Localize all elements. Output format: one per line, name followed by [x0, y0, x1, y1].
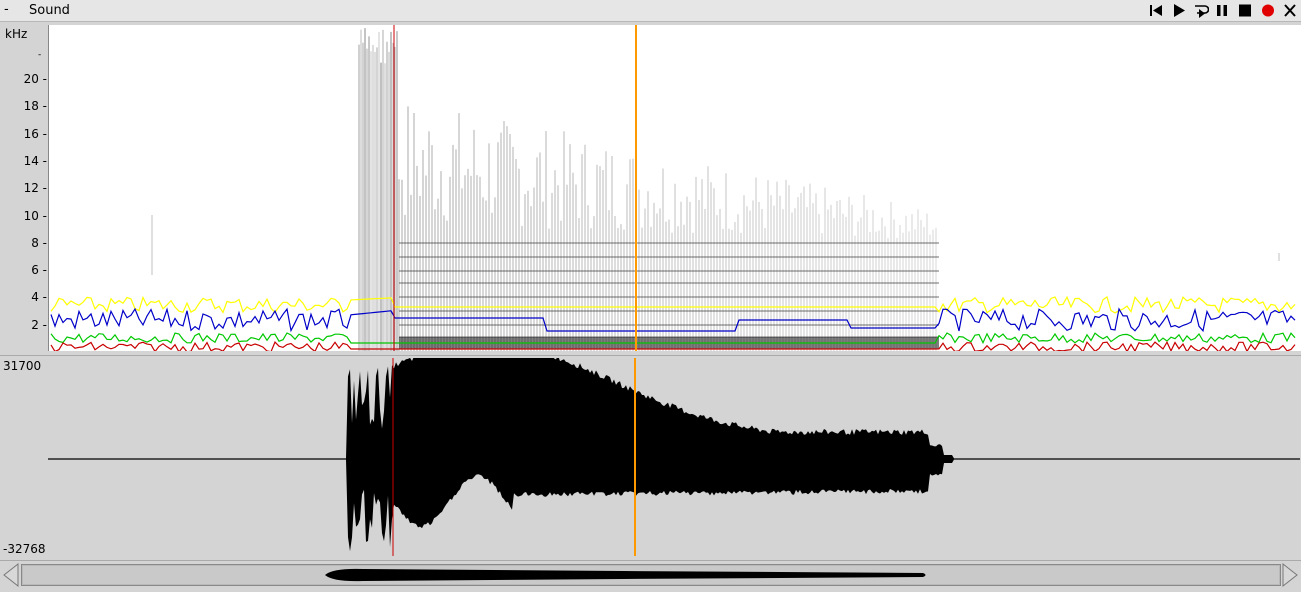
frequency-tick-label: 14 - — [23, 153, 47, 168]
scroll-right-icon[interactable] — [1280, 562, 1300, 588]
window-menu-button[interactable]: - — [4, 2, 9, 17]
waveform-panel: 31700 -32768 — [0, 355, 1301, 558]
waveform-plot[interactable] — [48, 358, 1300, 556]
frequency-tick-label: 4 - — [31, 290, 47, 305]
amplitude-max-label: 31700 — [3, 359, 42, 373]
skip-start-icon[interactable] — [1147, 2, 1165, 19]
frequency-tick-label: 10 - — [23, 208, 47, 223]
frequency-tick-label: 12 - — [23, 181, 47, 196]
loop-play-icon[interactable] — [1191, 2, 1209, 19]
tick-mark: - — [38, 50, 42, 60]
record-icon[interactable] — [1259, 2, 1277, 19]
scroll-left-icon[interactable] — [1, 562, 21, 588]
frequency-tick-label: 2 - — [31, 317, 47, 332]
spectrogram-plot[interactable] — [48, 25, 1301, 351]
close-icon[interactable] — [1281, 2, 1299, 19]
frequency-tick-label: 6 - — [31, 263, 47, 278]
frequency-tick-label: 20 - — [23, 72, 47, 86]
scroll-track[interactable] — [21, 564, 1281, 586]
title-bar: - Sound — [0, 0, 1301, 22]
scroll-thumb-overview[interactable] — [23, 566, 1279, 584]
pause-icon[interactable] — [1213, 2, 1231, 19]
frequency-tick-label: 16 - — [23, 126, 47, 141]
frequency-tick-label: 18 - — [23, 99, 47, 114]
spectrogram-panel: kHz - 20 - 18 - 16 - 14 - 12 - 10 - 8 - 6 - 4 - 2… — [0, 22, 1301, 353]
stop-icon[interactable] — [1236, 2, 1254, 19]
frequency-unit-label: kHz — [5, 27, 28, 41]
window-title: Sound — [29, 3, 70, 18]
frequency-tick-label: 8 - — [31, 235, 47, 250]
play-icon[interactable] — [1170, 2, 1188, 19]
amplitude-min-label: -32768 — [3, 542, 46, 556]
horizontal-scrollbar[interactable] — [0, 560, 1301, 591]
